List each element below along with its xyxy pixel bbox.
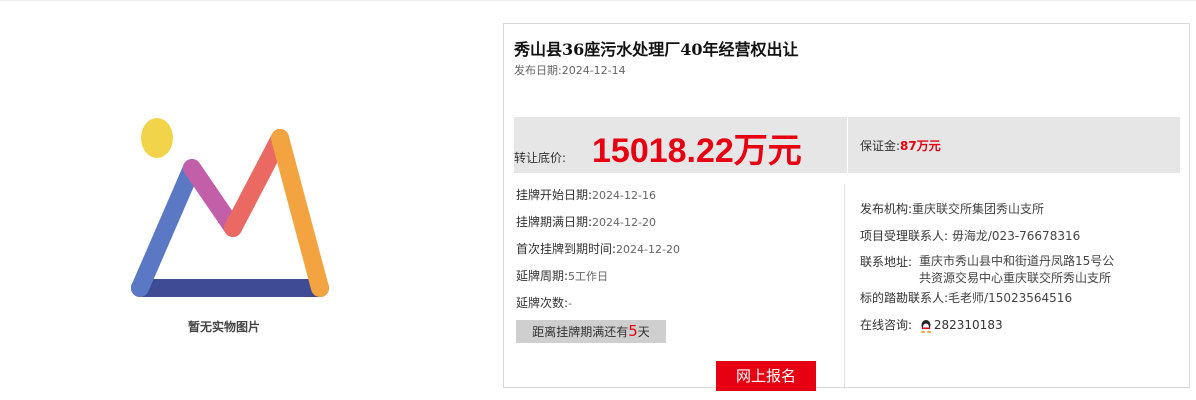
address-value: 重庆市秀山县中和街道丹凤路15号公共资源交易中心重庆联交所秀山支所 bbox=[919, 254, 1115, 285]
qq-link[interactable]: 282310183 bbox=[920, 318, 1003, 333]
deposit-cell: 保证金:87万元 bbox=[847, 117, 1181, 173]
extension-count-value: - bbox=[568, 297, 573, 310]
online-consult-label: 在线咨询: bbox=[860, 318, 913, 332]
deposit-label: 保证金: bbox=[860, 139, 901, 153]
no-image-caption: 暂无实物图片 bbox=[188, 320, 261, 334]
publish-date: 发布日期:2024-12-14 bbox=[514, 62, 626, 78]
extension-period-row: 延牌周期:5工作日 bbox=[516, 267, 608, 284]
inspection-contact-value: 毛老师/15023564516 bbox=[948, 291, 1073, 305]
publish-date-label: 发布日期: bbox=[514, 64, 562, 77]
extension-count-label: 延牌次数: bbox=[516, 296, 569, 310]
publish-date-value: 2024-12-14 bbox=[561, 64, 626, 77]
listing-card: 秀山县36座污水处理厂40年经营权出让 发布日期:2024-12-14 转让底价… bbox=[503, 23, 1190, 391]
online-apply-button[interactable]: 网上报名 bbox=[716, 361, 816, 391]
listing-end-value: 2024-12-20 bbox=[592, 216, 656, 229]
first-expiry-label: 首次挂牌到期时间: bbox=[516, 242, 617, 256]
first-expiry-row: 首次挂牌到期时间:2024-12-20 bbox=[516, 240, 680, 257]
countdown-prefix: 距离挂牌期满还有 bbox=[532, 325, 629, 339]
first-expiry-value: 2024-12-20 bbox=[616, 243, 680, 256]
listing-end-row: 挂牌期满日期:2024-12-20 bbox=[516, 213, 656, 230]
project-contact-row: 项目受理联系人: 毋海龙/023-76678316 bbox=[860, 227, 1080, 244]
address-label: 联系地址: bbox=[860, 255, 913, 269]
listing-start-label: 挂牌开始日期: bbox=[516, 188, 593, 202]
price-label: 转让底价: bbox=[514, 151, 567, 165]
deposit-value: 87万元 bbox=[900, 139, 941, 153]
countdown-suffix: 天 bbox=[637, 325, 650, 339]
deposit: 保证金:87万元 bbox=[860, 137, 941, 154]
online-consult-row: 在线咨询: 282310183 bbox=[860, 316, 1003, 333]
countdown-badge: 距离挂牌期满还有5天 bbox=[516, 320, 666, 343]
publisher-row: 发布机构:重庆联交所集团秀山支所 bbox=[860, 200, 1044, 217]
listing-end-label: 挂牌期满日期: bbox=[516, 215, 593, 229]
inspection-contact-label: 标的踏勘联系人: bbox=[860, 291, 949, 305]
image-placeholder-icon bbox=[131, 118, 329, 297]
qq-number[interactable]: 282310183 bbox=[934, 318, 1003, 332]
project-contact-value: 毋海龙/023-76678316 bbox=[951, 229, 1081, 243]
project-contact-label: 项目受理联系人: bbox=[860, 229, 949, 243]
image-panel: 暂无实物图片 bbox=[0, 0, 480, 400]
countdown-days: 5 bbox=[628, 322, 638, 340]
price-band: 转让底价: 15018.22万元 保证金:87万元 bbox=[514, 117, 1180, 173]
inspection-contact-row: 标的踏勘联系人:毛老师/15023564516 bbox=[860, 289, 1072, 306]
extension-count-row: 延牌次数:- bbox=[516, 294, 572, 311]
extension-period-label: 延牌周期: bbox=[516, 269, 569, 283]
price-value: 15018.22万元 bbox=[592, 132, 802, 170]
publisher-value: 重庆联交所集团秀山支所 bbox=[912, 202, 1045, 216]
publisher-label: 发布机构: bbox=[860, 202, 913, 216]
listing-start-row: 挂牌开始日期:2024-12-16 bbox=[516, 186, 656, 203]
extension-period-value: 5工作日 bbox=[568, 270, 609, 283]
column-divider bbox=[844, 184, 845, 389]
listing-title: 秀山县36座污水处理厂40年经营权出让 bbox=[514, 40, 799, 59]
qq-penguin-icon bbox=[920, 319, 931, 333]
listing-start-value: 2024-12-16 bbox=[592, 189, 656, 202]
